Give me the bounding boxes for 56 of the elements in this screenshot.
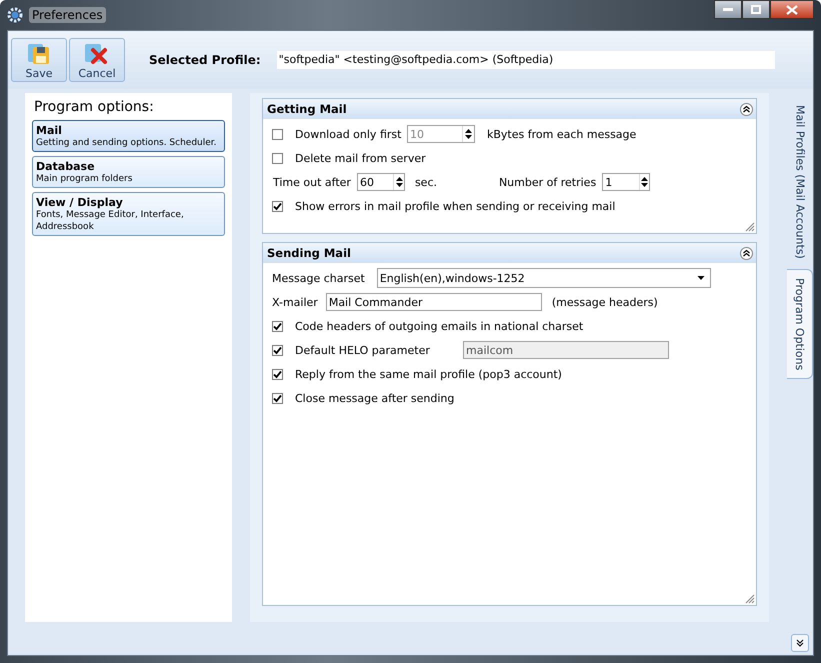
checkbox[interactable]: [272, 320, 283, 332]
section-title: Getting Mail: [267, 102, 347, 116]
close-button[interactable]: [770, 0, 814, 19]
toolbar-button[interactable]: Cancel: [69, 38, 125, 82]
minimize-icon: [723, 8, 733, 12]
maximize-button[interactable]: [742, 0, 770, 19]
field-label: kBytes from each message: [487, 128, 636, 140]
panel-title: Program options:: [34, 99, 155, 115]
checkbox[interactable]: [272, 368, 283, 380]
spin-box[interactable]: 60: [356, 173, 405, 191]
checkbox[interactable]: [272, 200, 283, 212]
checkbox[interactable]: [272, 152, 283, 164]
field-label: sec.: [414, 176, 438, 188]
option-item[interactable]: View / Display Fonts, Message Editor, Interface, Addressbook: [32, 192, 225, 236]
gear-icon: [7, 7, 23, 23]
close-icon: [786, 4, 798, 14]
profile-field: "softpedia" <testing@softpedia.com> (Softpedia): [276, 51, 775, 69]
field-label: Time out after: [273, 176, 351, 188]
resize-grip-icon[interactable]: [745, 594, 755, 604]
field-label: X-mailer: [272, 296, 318, 308]
spin-arrows-icon[interactable]: [640, 176, 649, 188]
section-title: Sending Mail: [267, 246, 351, 260]
collapse-icon[interactable]: [740, 246, 753, 260]
checkbox-label: Download only first: [295, 128, 399, 140]
option-item[interactable]: Database Main program folders: [32, 156, 225, 188]
field-label: (message headers): [552, 296, 658, 308]
field-label: Message charset: [272, 272, 365, 284]
chevron-down-icon: [795, 638, 805, 648]
checkbox-label: Close message after sending: [295, 392, 454, 404]
spin-field[interactable]: 1: [603, 174, 639, 190]
spin-arrows-icon[interactable]: [464, 128, 474, 140]
checkbox-label: Show errors in mail profile when sending or receiving mail: [295, 200, 616, 212]
checkbox-label: Default HELO parameter: [295, 344, 431, 356]
option-item[interactable]: Mail Getting and sending options. Scheduler.: [32, 120, 225, 152]
side-tab[interactable]: Mail Profiles (Mail Accounts): [787, 97, 813, 267]
checkbox-label: Reply from the same mail profile (pop3 account): [295, 368, 562, 380]
toolbar-button[interactable]: Save: [11, 38, 67, 82]
window-title: Preferences: [29, 7, 106, 23]
checkbox[interactable]: [272, 392, 283, 404]
profile-label: Selected Profile:: [149, 53, 261, 67]
cancel-icon: [84, 41, 110, 65]
minimize-button[interactable]: [714, 0, 742, 19]
resize-grip-icon[interactable]: [745, 222, 755, 232]
maximize-icon: [751, 5, 761, 14]
checkbox-label: Code headers of outgoing emails in national charset: [295, 320, 584, 332]
charset-dropdown[interactable]: English(en),windows-1252: [376, 268, 711, 288]
spin-box[interactable]: 1: [602, 173, 650, 191]
expand-button[interactable]: [791, 634, 809, 652]
side-tab[interactable]: Program Options: [787, 268, 813, 380]
checkbox-label: Delete mail from server: [295, 152, 426, 164]
spin-arrows-icon[interactable]: [394, 176, 404, 188]
collapse-icon[interactable]: [740, 102, 753, 116]
field-label: Number of retries: [498, 176, 596, 188]
input-field[interactable]: Mail Commander: [326, 293, 542, 311]
spin-field[interactable]: 60: [358, 174, 394, 190]
floppy-disk-icon: [27, 41, 51, 65]
